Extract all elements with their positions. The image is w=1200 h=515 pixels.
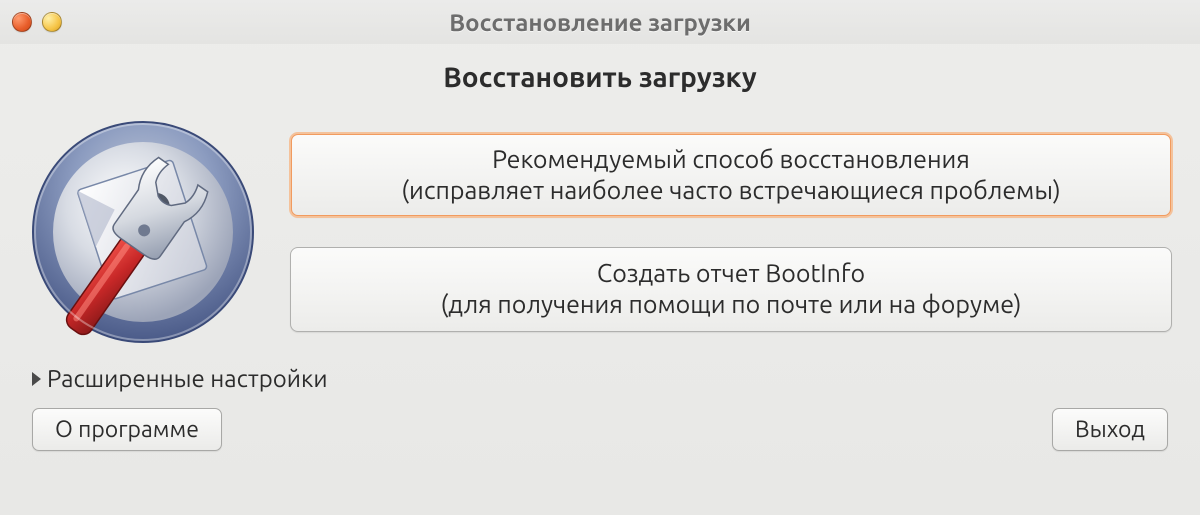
window: Восстановление загрузки Восстановить заг… [0,0,1200,515]
exit-button[interactable]: Выход [1052,408,1168,451]
page-heading: Восстановить загрузку [28,62,1172,93]
options-group: Рекомендуемый способ восстановления (исп… [290,133,1172,332]
main-row: Рекомендуемый способ восстановления (исп… [28,117,1172,347]
footer: О программе Выход [28,408,1172,451]
bootinfo-title: Создать отчет BootInfo [311,258,1151,289]
window-title: Восстановление загрузки [449,9,751,36]
bootinfo-subtitle: (для получения помощи по почте или на фо… [311,289,1151,320]
recommended-subtitle: (исправляет наиболее часто встречающиеся… [311,175,1151,206]
window-controls [12,12,62,32]
expander-label: Расширенные настройки [47,365,328,392]
advanced-settings-expander[interactable]: Расширенные настройки [28,365,1172,392]
recommended-repair-button[interactable]: Рекомендуемый способ восстановления (исп… [290,133,1172,218]
bootinfo-report-button[interactable]: Создать отчет BootInfo (для получения по… [290,247,1172,332]
content-area: Восстановить загрузку [0,44,1200,515]
minimize-icon[interactable] [42,12,62,32]
titlebar: Восстановление загрузки [0,0,1200,44]
about-button[interactable]: О программе [32,408,222,451]
chevron-right-icon [32,372,41,386]
boot-repair-icon [28,117,258,347]
recommended-title: Рекомендуемый способ восстановления [311,144,1151,175]
close-icon[interactable] [12,12,32,32]
